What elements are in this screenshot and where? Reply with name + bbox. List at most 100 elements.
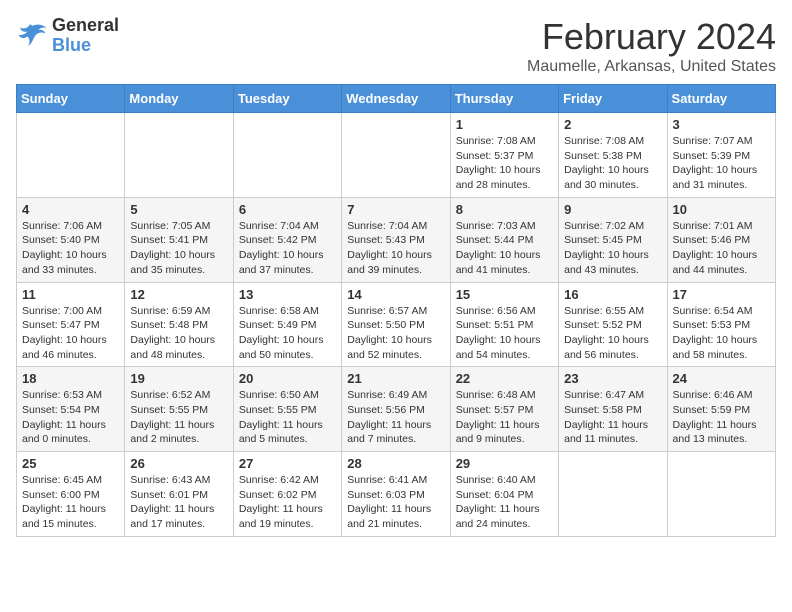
page-subtitle: Maumelle, Arkansas, United States bbox=[527, 58, 776, 76]
day-info: Sunrise: 6:57 AM Sunset: 5:50 PM Dayligh… bbox=[347, 304, 444, 363]
calendar-cell: 26Sunrise: 6:43 AM Sunset: 6:01 PM Dayli… bbox=[125, 452, 233, 537]
calendar-cell: 22 Sunrise: 6:48 AM Sunset: 5:57 PM Dayli… bbox=[450, 367, 558, 452]
calendar-cell: 16Sunrise: 6:55 AM Sunset: 5:52 PM Dayli… bbox=[559, 282, 667, 367]
day-info: Sunrise: 7:08 AM Sunset: 5:38 PM Dayligh… bbox=[564, 134, 661, 193]
calendar-cell: 11 Sunrise: 7:00 AM Sunset: 5:47 PM Dayli… bbox=[17, 282, 125, 367]
day-number: 29 bbox=[456, 456, 553, 471]
calendar-cell bbox=[667, 452, 775, 537]
day-number: 13 bbox=[239, 287, 336, 302]
day-number: 19 bbox=[130, 371, 227, 386]
day-info: Sunrise: 6:48 AM Sunset: 5:57 PM Dayligh… bbox=[456, 388, 553, 447]
calendar-table: SundayMondayTuesdayWednesdayThursdayFrid… bbox=[16, 84, 776, 537]
calendar-week-1: 1 Sunrise: 7:08 AM Sunset: 5:37 PM Daylig… bbox=[17, 113, 776, 198]
day-info: Sunrise: 6:56 AM Sunset: 5:51 PM Dayligh… bbox=[456, 304, 553, 363]
day-info: Sunrise: 7:02 AM Sunset: 5:45 PM Dayligh… bbox=[564, 219, 661, 278]
day-info: Sunrise: 7:00 AM Sunset: 5:47 PM Dayligh… bbox=[22, 304, 119, 363]
day-number: 11 bbox=[22, 287, 119, 302]
calendar-cell bbox=[17, 113, 125, 198]
day-number: 2 bbox=[564, 117, 661, 132]
day-info: Sunrise: 6:42 AM Sunset: 6:02 PM Dayligh… bbox=[239, 473, 336, 532]
calendar-header-sunday: Sunday bbox=[17, 85, 125, 113]
day-number: 7 bbox=[347, 202, 444, 217]
calendar-cell: 24 Sunrise: 6:46 AM Sunset: 5:59 PM Dayli… bbox=[667, 367, 775, 452]
day-number: 9 bbox=[564, 202, 661, 217]
day-number: 20 bbox=[239, 371, 336, 386]
calendar-cell: 9 Sunrise: 7:02 AM Sunset: 5:45 PM Daylig… bbox=[559, 197, 667, 282]
day-number: 22 bbox=[456, 371, 553, 386]
day-info: Sunrise: 7:07 AM Sunset: 5:39 PM Dayligh… bbox=[673, 134, 770, 193]
day-info: Sunrise: 7:05 AM Sunset: 5:41 PM Dayligh… bbox=[130, 219, 227, 278]
logo-icon bbox=[16, 22, 48, 50]
calendar-cell bbox=[125, 113, 233, 198]
page-title: February 2024 bbox=[527, 16, 776, 58]
day-info: Sunrise: 6:45 AM Sunset: 6:00 PM Dayligh… bbox=[22, 473, 119, 532]
calendar-cell: 12 Sunrise: 6:59 AM Sunset: 5:48 PM Dayli… bbox=[125, 282, 233, 367]
day-info: Sunrise: 7:04 AM Sunset: 5:43 PM Dayligh… bbox=[347, 219, 444, 278]
calendar-cell: 21Sunrise: 6:49 AM Sunset: 5:56 PM Dayli… bbox=[342, 367, 450, 452]
day-number: 17 bbox=[673, 287, 770, 302]
day-number: 28 bbox=[347, 456, 444, 471]
day-info: Sunrise: 7:01 AM Sunset: 5:46 PM Dayligh… bbox=[673, 219, 770, 278]
day-info: Sunrise: 7:04 AM Sunset: 5:42 PM Dayligh… bbox=[239, 219, 336, 278]
calendar-cell: 15 Sunrise: 6:56 AM Sunset: 5:51 PM Dayli… bbox=[450, 282, 558, 367]
day-number: 4 bbox=[22, 202, 119, 217]
calendar-cell: 27Sunrise: 6:42 AM Sunset: 6:02 PM Dayli… bbox=[233, 452, 341, 537]
calendar-cell: 10Sunrise: 7:01 AM Sunset: 5:46 PM Dayli… bbox=[667, 197, 775, 282]
calendar-cell: 6 Sunrise: 7:04 AM Sunset: 5:42 PM Daylig… bbox=[233, 197, 341, 282]
calendar-cell: 2 Sunrise: 7:08 AM Sunset: 5:38 PM Daylig… bbox=[559, 113, 667, 198]
day-number: 21 bbox=[347, 371, 444, 386]
page-header: General Blue February 2024 Maumelle, Ark… bbox=[16, 16, 776, 76]
day-number: 18 bbox=[22, 371, 119, 386]
calendar-header-tuesday: Tuesday bbox=[233, 85, 341, 113]
day-info: Sunrise: 7:08 AM Sunset: 5:37 PM Dayligh… bbox=[456, 134, 553, 193]
logo-line2: Blue bbox=[52, 36, 119, 56]
calendar-body: 1 Sunrise: 7:08 AM Sunset: 5:37 PM Daylig… bbox=[17, 113, 776, 537]
calendar-cell: 1 Sunrise: 7:08 AM Sunset: 5:37 PM Daylig… bbox=[450, 113, 558, 198]
calendar-cell: 5Sunrise: 7:05 AM Sunset: 5:41 PM Daylig… bbox=[125, 197, 233, 282]
calendar-cell: 20 Sunrise: 6:50 AM Sunset: 5:55 PM Dayli… bbox=[233, 367, 341, 452]
calendar-header-wednesday: Wednesday bbox=[342, 85, 450, 113]
calendar-cell: 7 Sunrise: 7:04 AM Sunset: 5:43 PM Daylig… bbox=[342, 197, 450, 282]
day-number: 1 bbox=[456, 117, 553, 132]
day-info: Sunrise: 6:41 AM Sunset: 6:03 PM Dayligh… bbox=[347, 473, 444, 532]
calendar-week-2: 4Sunrise: 7:06 AM Sunset: 5:40 PM Daylig… bbox=[17, 197, 776, 282]
calendar-cell: 17Sunrise: 6:54 AM Sunset: 5:53 PM Dayli… bbox=[667, 282, 775, 367]
calendar-cell: 25 Sunrise: 6:45 AM Sunset: 6:00 PM Dayli… bbox=[17, 452, 125, 537]
day-info: Sunrise: 6:46 AM Sunset: 5:59 PM Dayligh… bbox=[673, 388, 770, 447]
day-info: Sunrise: 6:43 AM Sunset: 6:01 PM Dayligh… bbox=[130, 473, 227, 532]
calendar-cell bbox=[342, 113, 450, 198]
calendar-cell: 18 Sunrise: 6:53 AM Sunset: 5:54 PM Dayli… bbox=[17, 367, 125, 452]
day-info: Sunrise: 6:58 AM Sunset: 5:49 PM Dayligh… bbox=[239, 304, 336, 363]
calendar-week-4: 18 Sunrise: 6:53 AM Sunset: 5:54 PM Dayli… bbox=[17, 367, 776, 452]
calendar-cell: 29 Sunrise: 6:40 AM Sunset: 6:04 PM Dayli… bbox=[450, 452, 558, 537]
calendar-header-monday: Monday bbox=[125, 85, 233, 113]
calendar-cell: 4Sunrise: 7:06 AM Sunset: 5:40 PM Daylig… bbox=[17, 197, 125, 282]
title-block: February 2024 Maumelle, Arkansas, United… bbox=[527, 16, 776, 76]
day-info: Sunrise: 6:59 AM Sunset: 5:48 PM Dayligh… bbox=[130, 304, 227, 363]
day-number: 14 bbox=[347, 287, 444, 302]
day-info: Sunrise: 6:47 AM Sunset: 5:58 PM Dayligh… bbox=[564, 388, 661, 447]
day-number: 15 bbox=[456, 287, 553, 302]
logo: General Blue bbox=[16, 16, 119, 56]
day-number: 6 bbox=[239, 202, 336, 217]
day-info: Sunrise: 6:50 AM Sunset: 5:55 PM Dayligh… bbox=[239, 388, 336, 447]
calendar-cell bbox=[559, 452, 667, 537]
calendar-header-saturday: Saturday bbox=[667, 85, 775, 113]
calendar-header-friday: Friday bbox=[559, 85, 667, 113]
calendar-week-5: 25 Sunrise: 6:45 AM Sunset: 6:00 PM Dayli… bbox=[17, 452, 776, 537]
calendar-header-thursday: Thursday bbox=[450, 85, 558, 113]
day-number: 3 bbox=[673, 117, 770, 132]
calendar-cell: 28 Sunrise: 6:41 AM Sunset: 6:03 PM Dayli… bbox=[342, 452, 450, 537]
day-number: 24 bbox=[673, 371, 770, 386]
day-info: Sunrise: 7:03 AM Sunset: 5:44 PM Dayligh… bbox=[456, 219, 553, 278]
calendar-cell: 3 Sunrise: 7:07 AM Sunset: 5:39 PM Daylig… bbox=[667, 113, 775, 198]
day-number: 25 bbox=[22, 456, 119, 471]
day-number: 12 bbox=[130, 287, 227, 302]
day-info: Sunrise: 6:40 AM Sunset: 6:04 PM Dayligh… bbox=[456, 473, 553, 532]
calendar-cell: 14 Sunrise: 6:57 AM Sunset: 5:50 PM Dayli… bbox=[342, 282, 450, 367]
calendar-week-3: 11 Sunrise: 7:00 AM Sunset: 5:47 PM Dayli… bbox=[17, 282, 776, 367]
day-info: Sunrise: 6:52 AM Sunset: 5:55 PM Dayligh… bbox=[130, 388, 227, 447]
day-info: Sunrise: 6:53 AM Sunset: 5:54 PM Dayligh… bbox=[22, 388, 119, 447]
day-number: 8 bbox=[456, 202, 553, 217]
calendar-cell: 23Sunrise: 6:47 AM Sunset: 5:58 PM Dayli… bbox=[559, 367, 667, 452]
